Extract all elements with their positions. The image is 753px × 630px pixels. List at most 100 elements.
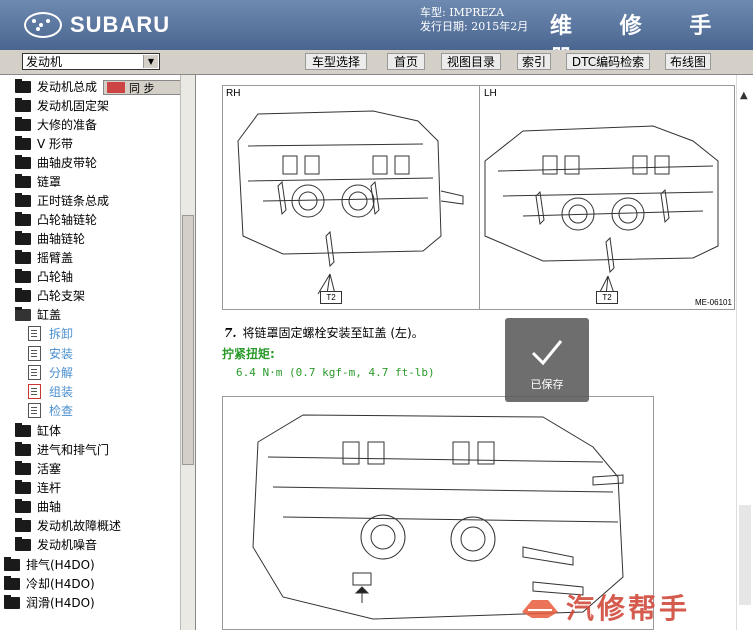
subaru-logo: SUBARU xyxy=(24,10,170,40)
content-scrollbar[interactable]: ▲ xyxy=(736,75,753,630)
folder-icon xyxy=(15,97,31,112)
sidebar-scrollbar[interactable] xyxy=(180,75,195,630)
cylinder-head-drawing xyxy=(237,110,719,297)
sidebar-item[interactable]: 发动机总成 xyxy=(15,77,97,96)
sidebar-item[interactable]: 检查 xyxy=(28,401,73,420)
checkmark-icon xyxy=(531,340,563,366)
sidebar-item-label: 曲轴 xyxy=(37,500,62,514)
car-info: 车型: IMPREZA 发行日期: 2015年2月 xyxy=(420,6,528,34)
sidebar-item-label: V 形带 xyxy=(37,137,74,151)
step-number: 7. xyxy=(224,326,237,340)
sidebar-item[interactable]: 安装 xyxy=(28,344,73,363)
sidebar-item[interactable]: 润滑(H4DO) xyxy=(4,593,95,612)
sidebar-item[interactable]: 连杆 xyxy=(15,478,61,497)
folder-icon xyxy=(15,536,31,551)
section-select-value: 发动机 xyxy=(26,55,63,69)
sidebar-item-label: 凸轮支架 xyxy=(37,289,86,303)
sidebar-item[interactable]: V 形带 xyxy=(15,134,73,153)
scroll-up-icon[interactable]: ▲ xyxy=(740,90,748,101)
sidebar-item-label: 活塞 xyxy=(37,462,62,476)
folder-icon xyxy=(15,211,31,226)
folder-icon xyxy=(15,135,31,150)
folder-icon xyxy=(4,594,20,609)
sidebar-item[interactable]: 大修的准备 xyxy=(15,115,97,134)
sidebar-item[interactable]: 凸轮支架 xyxy=(15,286,85,305)
saved-label: 已保存 xyxy=(530,378,564,391)
sidebar-item[interactable]: 发动机故障概述 xyxy=(15,516,121,535)
sidebar-item[interactable]: 链罩 xyxy=(15,172,61,191)
sidebar-item-label: 缸盖 xyxy=(37,308,62,322)
document-icon xyxy=(28,384,41,399)
sidebar-item[interactable]: 摇臂盖 xyxy=(15,248,73,267)
sidebar-item[interactable]: 排气(H4DO) xyxy=(4,555,95,574)
folder-icon xyxy=(15,173,31,188)
sidebar-item[interactable]: 曲轴链轮 xyxy=(15,229,85,248)
folder-icon xyxy=(4,556,20,571)
sidebar-item[interactable]: 进气和排气门 xyxy=(15,440,109,459)
folder-icon xyxy=(15,78,31,93)
car-model: 车型: IMPREZA xyxy=(420,6,505,19)
sidebar-item[interactable]: 拆卸 xyxy=(28,324,73,343)
sidebar-tree: 发动机总成发动机固定架 大修的准备 V 形带曲轴皮带轮链罩正时链条总成 凸轮轴链轮曲轴… xyxy=(0,75,196,630)
folder-icon xyxy=(15,287,31,302)
sidebar-item[interactable]: 凸轮轴链轮 xyxy=(15,210,97,229)
content-scroll-thumb[interactable] xyxy=(739,505,751,605)
view-contents-button[interactable]: 视图目录 xyxy=(441,53,501,70)
index-button[interactable]: 索引 xyxy=(517,53,551,70)
sidebar-item[interactable]: 发动机噪音 xyxy=(15,535,97,554)
sidebar-item-label: 链罩 xyxy=(37,175,62,189)
sidebar-item[interactable]: 正时链条总成 xyxy=(15,191,109,210)
sidebar-item[interactable]: 发动机固定架 xyxy=(15,96,109,115)
torque-title: 拧紧扭矩: xyxy=(222,347,275,361)
home-button[interactable]: 首页 xyxy=(387,53,425,70)
sidebar-scroll-thumb[interactable] xyxy=(182,215,194,465)
section-select[interactable]: 发动机 ▼ xyxy=(22,53,160,70)
toolbar: 发动机 ▼ 车型选择 首页 视图目录 索引 DTC编码检索 布线图 xyxy=(0,50,753,75)
sidebar-item[interactable]: 缸体 xyxy=(15,421,61,440)
sidebar-item-label: 曲轴链轮 xyxy=(37,232,86,246)
sidebar-item-label: 发动机噪音 xyxy=(37,538,98,552)
sidebar-item[interactable]: 缸盖 xyxy=(15,305,61,324)
sync-nav-tab[interactable]: 同 步 xyxy=(103,80,183,95)
folder-icon xyxy=(15,306,31,321)
sidebar-item[interactable]: 组装 xyxy=(28,382,73,401)
dtc-search-button[interactable]: DTC编码检索 xyxy=(566,53,650,70)
folder-icon xyxy=(4,575,20,590)
sidebar-item-label: 冷却(H4DO) xyxy=(26,577,95,591)
sidebar-item-label: 进气和排气门 xyxy=(37,443,110,457)
folder-icon xyxy=(15,479,31,494)
document-icon xyxy=(28,326,41,341)
model-select-button[interactable]: 车型选择 xyxy=(305,53,367,70)
issue-date: 发行日期: 2015年2月 xyxy=(420,20,529,33)
sidebar-item-label: 凸轮轴链轮 xyxy=(37,213,98,227)
sidebar-item[interactable]: 冷却(H4DO) xyxy=(4,574,95,593)
sidebar-item[interactable]: 凸轮轴 xyxy=(15,267,73,286)
sidebar-item-label: 曲轴皮带轮 xyxy=(37,156,98,170)
sidebar-item-label: 安装 xyxy=(49,347,74,361)
sidebar-item-label: 凸轮轴 xyxy=(37,270,74,284)
wiring-diagram-button[interactable]: 布线图 xyxy=(665,53,711,70)
sidebar-item-label: 组装 xyxy=(49,385,74,399)
sidebar-item-label: 分解 xyxy=(49,366,74,380)
sidebar-item[interactable]: 分解 xyxy=(28,363,73,382)
sidebar-item-label: 发动机总成 xyxy=(37,80,98,94)
sidebar-item-label: 拆卸 xyxy=(49,327,74,341)
sync-arrow-icon xyxy=(107,82,125,93)
app-header: SUBARU 车型: IMPREZA 发行日期: 2015年2月 维 修 手 册 xyxy=(0,0,753,71)
chevron-down-icon[interactable]: ▼ xyxy=(143,55,158,68)
sidebar-item-label: 发动机故障概述 xyxy=(37,519,122,533)
folder-icon xyxy=(15,249,31,264)
sidebar-item[interactable]: 曲轴皮带轮 xyxy=(15,153,97,172)
document-icon xyxy=(28,365,41,380)
t2-callout-rh: T2 xyxy=(320,291,342,304)
sidebar-item[interactable]: 活塞 xyxy=(15,459,61,478)
subaru-emblem-icon xyxy=(24,12,62,38)
folder-icon xyxy=(15,498,31,513)
sidebar-item[interactable]: 曲轴 xyxy=(15,497,61,516)
figure-cylinder-heads: RH LH T2 T2 ME-06101 xyxy=(222,85,735,310)
watermark-text: 汽修帮手 xyxy=(566,592,691,625)
watermark-logo-icon xyxy=(522,600,558,618)
sidebar-item-label: 正时链条总成 xyxy=(37,194,110,208)
folder-icon xyxy=(15,116,31,131)
folder-icon xyxy=(15,517,31,532)
